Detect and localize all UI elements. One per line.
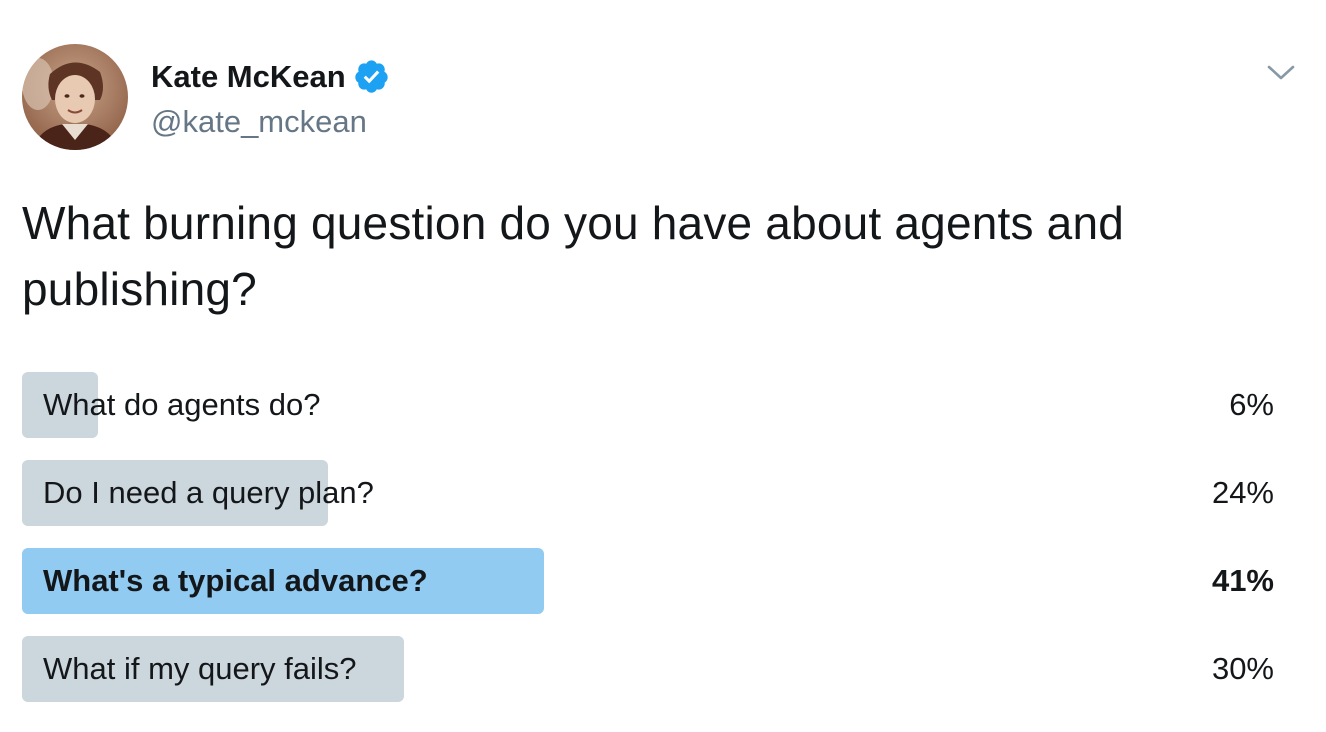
tweet-card: Kate McKean @kate_mckean What burning qu… xyxy=(0,0,1326,732)
tweet-text: What burning question do you have about … xyxy=(22,197,1125,315)
avatar[interactable] xyxy=(22,44,128,150)
poll-choice-label: What if my query fails? xyxy=(43,651,357,686)
author-name-text: Kate McKean xyxy=(151,58,346,94)
poll-choice: What's a typical advance? 41% xyxy=(22,548,1274,614)
poll-choice: Do I need a query plan? 24% xyxy=(22,460,1274,526)
poll-choice-label: What's a typical advance? xyxy=(43,563,428,598)
verified-badge-icon xyxy=(353,58,390,95)
poll-choice-label: Do I need a query plan? xyxy=(43,475,374,510)
poll-choice-percent: 30% xyxy=(1211,651,1274,686)
poll-choice: What if my query fails? 30% xyxy=(22,636,1274,702)
poll-choice-percent: 6% xyxy=(1229,387,1274,422)
poll-choice-percent: 24% xyxy=(1211,475,1274,510)
author-name[interactable]: Kate McKean xyxy=(151,58,390,95)
poll-choice: What do agents do? 6% xyxy=(22,372,1274,438)
poll-choice-label: What do agents do? xyxy=(43,387,321,422)
poll-choice-percent: 41% xyxy=(1211,563,1274,598)
chevron-down-icon[interactable] xyxy=(1266,60,1296,84)
avatar-photo xyxy=(22,44,128,150)
author-handle[interactable]: @kate_mckean xyxy=(151,104,367,140)
poll: What do agents do? 6% Do I need a query … xyxy=(22,372,1274,724)
